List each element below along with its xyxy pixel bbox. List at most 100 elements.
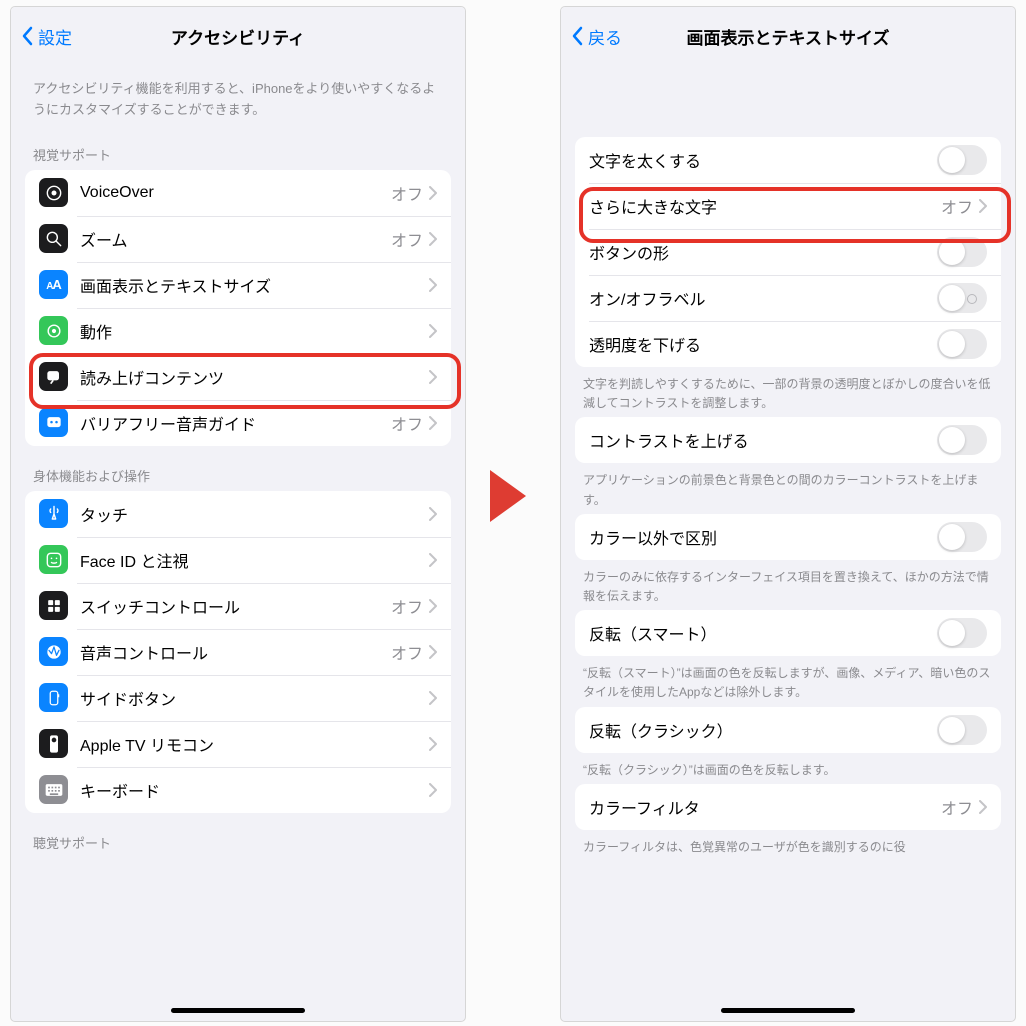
section-header-motor: 身体機能および操作 bbox=[11, 446, 465, 491]
toggle-bold[interactable] bbox=[937, 145, 987, 175]
footer-smart-invert: “反転（スマート）”は画面の色を反転しますが、画像、メディア、暗い色のスタイルを… bbox=[561, 656, 1015, 706]
group-smart-invert: 反転（スマート） bbox=[575, 610, 1001, 656]
scroll-area[interactable]: アクセシビリティ機能を利用すると、iPhoneをより使いやすくなるようにカスタマ… bbox=[11, 65, 465, 1021]
row-voice-ctl[interactable]: 音声コントロールオフ bbox=[25, 629, 451, 675]
row-switch[interactable]: スイッチコントロールオフ bbox=[25, 583, 451, 629]
row-value: オフ bbox=[391, 181, 423, 205]
home-indicator[interactable] bbox=[721, 1008, 855, 1013]
motion-icon bbox=[39, 316, 68, 345]
row-label: 読み上げコンテンツ bbox=[80, 365, 429, 389]
toggle-reduce-trans[interactable] bbox=[937, 329, 987, 359]
row-label: タッチ bbox=[80, 502, 429, 526]
row-keyboard[interactable]: キーボード bbox=[25, 767, 451, 813]
row-label: さらに大きな文字 bbox=[589, 194, 941, 218]
row-label: バリアフリー音声ガイド bbox=[80, 411, 391, 435]
row-label: 反転（クラシック） bbox=[589, 718, 937, 742]
row-value: オフ bbox=[941, 795, 973, 819]
group-contrast: コントラストを上げる bbox=[575, 417, 1001, 463]
row-smart[interactable]: 反転（スマート） bbox=[575, 610, 1001, 656]
chevron-right-icon bbox=[429, 507, 437, 521]
group-color-filter: カラーフィルタオフ bbox=[575, 784, 1001, 830]
row-label: 透明度を下げる bbox=[589, 332, 937, 356]
back-button[interactable]: 戻る bbox=[571, 24, 622, 49]
nav-bar: 戻る 画面表示とテキストサイズ bbox=[561, 7, 1015, 65]
scroll-area[interactable]: 文字を太くするさらに大きな文字オフボタンの形オン/オフラベル透明度を下げる 文字… bbox=[561, 65, 1015, 1022]
row-label: ズーム bbox=[80, 227, 391, 251]
chevron-right-icon bbox=[429, 553, 437, 567]
speak-icon bbox=[39, 362, 68, 391]
display-text-size-screen: 戻る 画面表示とテキストサイズ 文字を太くするさらに大きな文字オフボタンの形オン… bbox=[560, 6, 1016, 1022]
row-voiceover[interactable]: VoiceOverオフ bbox=[25, 170, 451, 216]
aa-icon: AA bbox=[39, 270, 68, 299]
row-label: 文字を太くする bbox=[589, 148, 937, 172]
page-title: 画面表示とテキストサイズ bbox=[561, 24, 1015, 49]
toggle-contrast[interactable] bbox=[937, 425, 987, 455]
row-touch[interactable]: タッチ bbox=[25, 491, 451, 537]
chevron-right-icon bbox=[429, 278, 437, 292]
row-diff[interactable]: カラー以外で区別 bbox=[575, 514, 1001, 560]
row-btnshape[interactable]: ボタンの形 bbox=[575, 229, 1001, 275]
chevron-right-icon bbox=[429, 416, 437, 430]
row-label: コントラストを上げる bbox=[589, 428, 937, 452]
chevron-right-icon bbox=[429, 370, 437, 384]
row-bold[interactable]: 文字を太くする bbox=[575, 137, 1001, 183]
row-motion[interactable]: 動作 bbox=[25, 308, 451, 354]
chevron-right-icon bbox=[429, 232, 437, 246]
row-label: 音声コントロール bbox=[80, 640, 391, 664]
toggle-btnshape[interactable] bbox=[937, 237, 987, 267]
touch-icon bbox=[39, 499, 68, 528]
row-faceid[interactable]: Face ID と注視 bbox=[25, 537, 451, 583]
chevron-left-icon bbox=[21, 26, 33, 46]
home-indicator[interactable] bbox=[171, 1008, 305, 1013]
footer-transparency: 文字を判読しやすくするために、一部の背景の透明度とぼかしの度合いを低減してコント… bbox=[561, 367, 1015, 417]
row-filter[interactable]: カラーフィルタオフ bbox=[575, 784, 1001, 830]
nav-bar: 設定 アクセシビリティ bbox=[11, 7, 465, 65]
section-header-vision: 視覚サポート bbox=[11, 125, 465, 170]
chevron-right-icon bbox=[429, 691, 437, 705]
back-label: 戻る bbox=[588, 24, 622, 49]
footer-color-filter: カラーフィルタは、色覚異常のユーザが色を識別するのに役 bbox=[561, 830, 1015, 861]
toggle-classic[interactable] bbox=[937, 715, 987, 745]
toggle-onoff[interactable] bbox=[937, 283, 987, 313]
row-audio-desc[interactable]: バリアフリー音声ガイドオフ bbox=[25, 400, 451, 446]
row-value: オフ bbox=[391, 594, 423, 618]
row-larger[interactable]: さらに大きな文字オフ bbox=[575, 183, 1001, 229]
row-label: カラーフィルタ bbox=[589, 795, 941, 819]
group-differentiate: カラー以外で区別 bbox=[575, 514, 1001, 560]
row-label: Apple TV リモコン bbox=[80, 732, 429, 756]
vo-icon bbox=[39, 178, 68, 207]
row-label: スイッチコントロール bbox=[80, 594, 391, 618]
back-button[interactable]: 設定 bbox=[21, 24, 72, 49]
ad-icon bbox=[39, 408, 68, 437]
row-appletv[interactable]: Apple TV リモコン bbox=[25, 721, 451, 767]
row-label: 動作 bbox=[80, 319, 429, 343]
row-classic[interactable]: 反転（クラシック） bbox=[575, 707, 1001, 753]
row-label: サイドボタン bbox=[80, 686, 429, 710]
group-motor: タッチFace ID と注視スイッチコントロールオフ音声コントロールオフサイドボ… bbox=[25, 491, 451, 813]
section-header-hearing: 聴覚サポート bbox=[11, 813, 465, 858]
face-icon bbox=[39, 545, 68, 574]
row-zoom[interactable]: ズームオフ bbox=[25, 216, 451, 262]
group-text: 文字を太くするさらに大きな文字オフボタンの形オン/オフラベル透明度を下げる bbox=[575, 137, 1001, 367]
row-label: キーボード bbox=[80, 778, 429, 802]
row-reduce-trans[interactable]: 透明度を下げる bbox=[575, 321, 1001, 367]
row-onoff[interactable]: オン/オフラベル bbox=[575, 275, 1001, 321]
row-value: オフ bbox=[941, 194, 973, 218]
intro-text: アクセシビリティ機能を利用すると、iPhoneをより使いやすくなるようにカスタマ… bbox=[11, 65, 465, 125]
row-sidebtn[interactable]: サイドボタン bbox=[25, 675, 451, 721]
side-icon bbox=[39, 683, 68, 712]
row-value: オフ bbox=[391, 227, 423, 251]
switch-icon bbox=[39, 591, 68, 620]
chevron-right-icon bbox=[979, 800, 987, 814]
toggle-diff[interactable] bbox=[937, 522, 987, 552]
zoom-icon bbox=[39, 224, 68, 253]
chevron-right-icon bbox=[429, 645, 437, 659]
row-value: オフ bbox=[391, 640, 423, 664]
toggle-smart[interactable] bbox=[937, 618, 987, 648]
row-spoken[interactable]: 読み上げコンテンツ bbox=[25, 354, 451, 400]
row-contrast[interactable]: コントラストを上げる bbox=[575, 417, 1001, 463]
arrow-right-icon bbox=[490, 470, 526, 522]
row-value: オフ bbox=[391, 411, 423, 435]
row-display[interactable]: AA画面表示とテキストサイズ bbox=[25, 262, 451, 308]
accessibility-screen: 設定 アクセシビリティ アクセシビリティ機能を利用すると、iPhoneをより使い… bbox=[10, 6, 466, 1022]
